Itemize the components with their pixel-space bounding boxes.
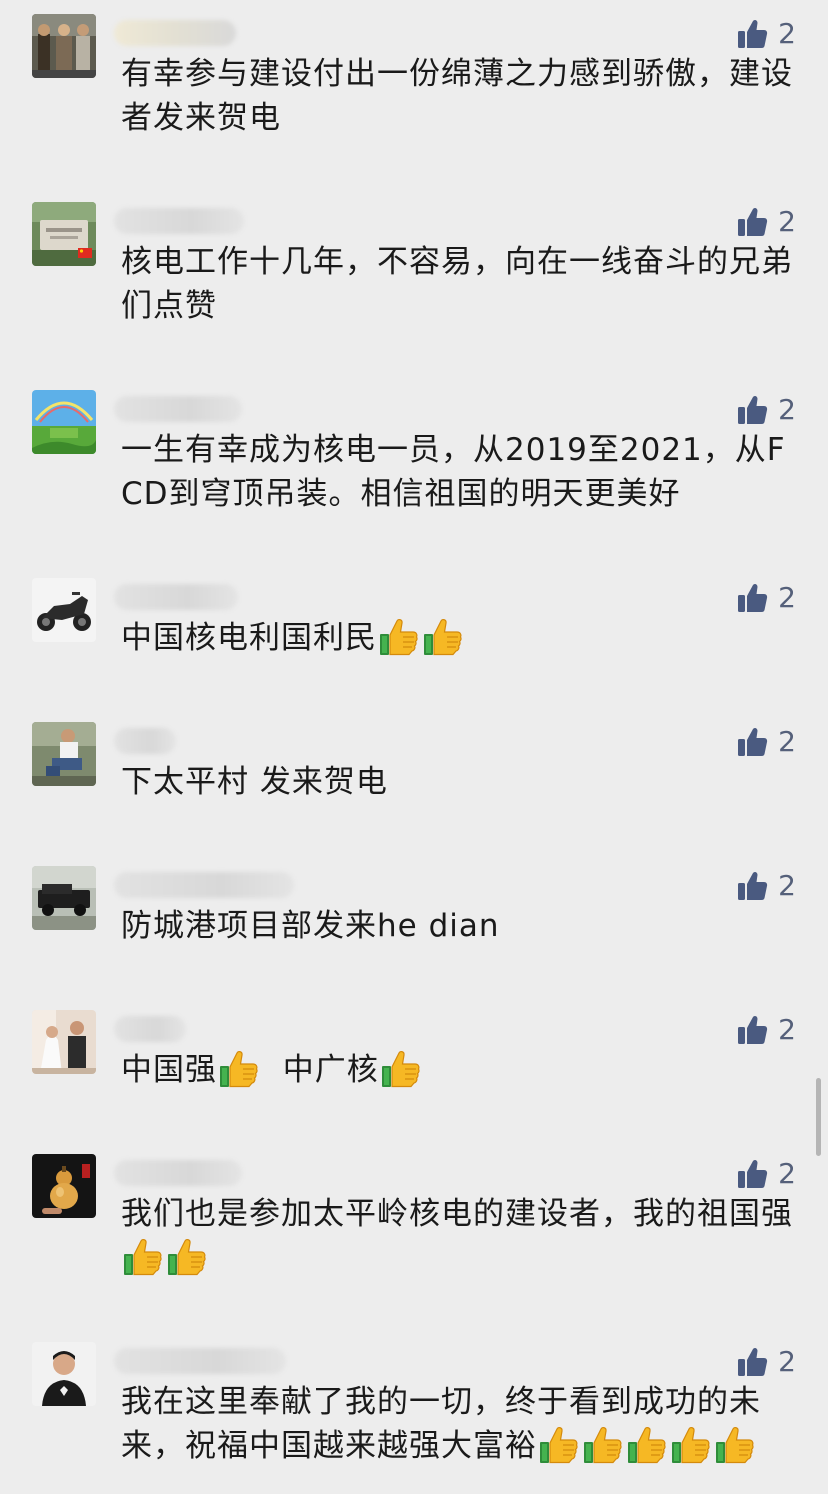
avatar-image <box>32 14 96 78</box>
thumbs-up-emoji-icon <box>219 1049 259 1089</box>
username-blurred <box>114 1016 186 1042</box>
thumbs-up-icon <box>736 1158 768 1190</box>
like-count: 2 <box>778 393 796 426</box>
thumbs-up-emoji-icon <box>167 1237 207 1277</box>
avatar-image <box>32 722 96 786</box>
avatar[interactable] <box>32 722 96 786</box>
like-count: 2 <box>778 1157 796 1190</box>
thumbs-up-icon <box>736 726 768 758</box>
avatar[interactable] <box>32 390 96 454</box>
avatar[interactable] <box>32 1010 96 1074</box>
comment-text: 我在这里奉献了我的一切，终于看到成功的未来，祝福中国越来越强大富裕 <box>121 1384 761 1465</box>
avatar-image <box>32 866 96 930</box>
like-button[interactable]: 2 <box>736 868 796 904</box>
scrollbar[interactable] <box>816 1078 821 1156</box>
like-button[interactable]: 2 <box>736 392 796 428</box>
thumbs-up-emoji-icon <box>671 1425 711 1465</box>
like-button[interactable]: 2 <box>736 1012 796 1048</box>
avatar-image <box>32 1010 96 1074</box>
like-button[interactable]: 2 <box>736 16 796 52</box>
comment-text: 中国核电利国利民 <box>121 616 801 660</box>
username-blurred <box>114 1348 286 1374</box>
like-count: 2 <box>778 1345 796 1378</box>
avatar-image <box>32 1154 96 1218</box>
comment-text: 防城港项目部发来he dian <box>121 908 500 944</box>
like-count: 2 <box>778 869 796 902</box>
username-blurred <box>114 20 236 46</box>
thumbs-up-icon <box>736 206 768 238</box>
like-button[interactable]: 2 <box>736 724 796 760</box>
like-count: 2 <box>778 17 796 50</box>
avatar-image <box>32 1342 96 1406</box>
thumbs-up-emoji-icon <box>123 1237 163 1277</box>
avatar-image <box>32 202 96 266</box>
thumbs-up-emoji-icon <box>539 1425 579 1465</box>
thumbs-up-emoji-icon <box>423 617 463 657</box>
thumbs-up-icon <box>736 870 768 902</box>
like-button[interactable]: 2 <box>736 1344 796 1380</box>
like-count: 2 <box>778 725 796 758</box>
avatar-image <box>32 390 96 454</box>
thumbs-up-emoji-icon <box>381 1049 421 1089</box>
username-blurred <box>114 208 244 234</box>
like-count: 2 <box>778 205 796 238</box>
like-button[interactable]: 2 <box>736 204 796 240</box>
thumbs-up-icon <box>736 1014 768 1046</box>
thumbs-up-emoji-icon <box>379 617 419 657</box>
thumbs-up-emoji-icon <box>715 1425 755 1465</box>
username-blurred <box>114 396 242 422</box>
avatar-image <box>32 578 96 642</box>
thumbs-up-icon <box>736 582 768 614</box>
like-count: 2 <box>778 1013 796 1046</box>
thumbs-up-icon <box>736 1346 768 1378</box>
comment-text: 我们也是参加太平岭核电的建设者，我的祖国强 <box>121 1192 801 1280</box>
comment-text: 下太平村 发来贺电 <box>121 764 388 800</box>
thumbs-up-icon <box>736 394 768 426</box>
avatar[interactable] <box>32 202 96 266</box>
comment-text: 一生有幸成为核电一员，从2019至2021，从FCD到穹顶吊装。相信祖国的明天更… <box>121 432 786 512</box>
like-count: 2 <box>778 581 796 614</box>
comment-text: 中国强 中广核 <box>121 1048 801 1092</box>
username-blurred <box>114 1160 242 1186</box>
username-blurred <box>114 728 176 754</box>
thumbs-up-icon <box>736 18 768 50</box>
avatar[interactable] <box>32 14 96 78</box>
avatar[interactable] <box>32 1154 96 1218</box>
comment-text: 有幸参与建设付出一份绵薄之力感到骄傲，建设者发来贺电 <box>121 56 793 136</box>
comment-text: 核电工作十几年，不容易，向在一线奋斗的兄弟们点赞 <box>121 244 793 324</box>
avatar[interactable] <box>32 578 96 642</box>
username-blurred <box>114 872 294 898</box>
avatar[interactable] <box>32 866 96 930</box>
thumbs-up-emoji-icon <box>627 1425 667 1465</box>
thumbs-up-emoji-icon <box>583 1425 623 1465</box>
like-button[interactable]: 2 <box>736 1156 796 1192</box>
avatar[interactable] <box>32 1342 96 1406</box>
like-button[interactable]: 2 <box>736 580 796 616</box>
username-blurred <box>114 584 238 610</box>
